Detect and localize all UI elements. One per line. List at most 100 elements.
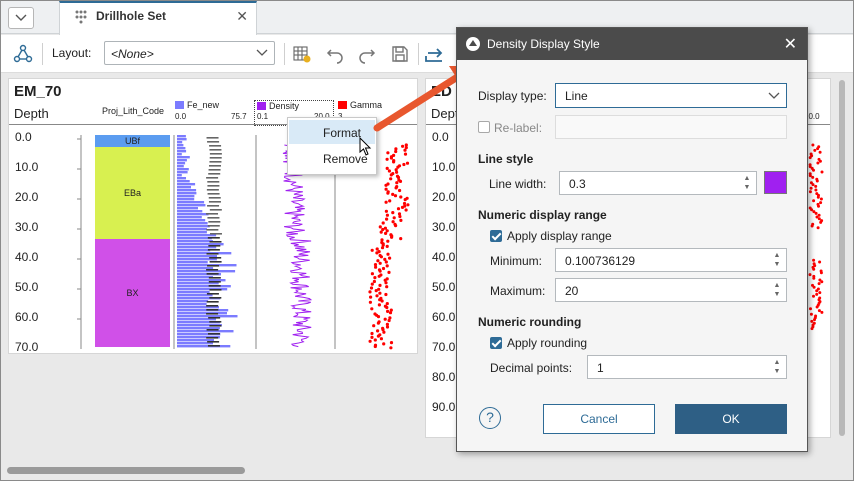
close-icon[interactable]: ✕ xyxy=(784,34,797,54)
layout-select[interactable]: <None> xyxy=(104,41,275,65)
scrollbar-thumb[interactable] xyxy=(839,80,845,436)
gamma-point xyxy=(392,160,396,164)
gamma-point xyxy=(377,274,381,278)
spinner-arrows-icon[interactable]: ▲ ▼ xyxy=(772,358,782,376)
value-glyph xyxy=(209,209,222,211)
tab-list-button[interactable] xyxy=(8,7,34,29)
fe-bar xyxy=(177,201,205,204)
network-icon[interactable] xyxy=(11,42,35,66)
gamma-point xyxy=(385,305,389,310)
fe-bar xyxy=(177,168,189,171)
undo-icon[interactable] xyxy=(323,42,347,66)
gamma-point xyxy=(389,173,393,177)
gamma-point xyxy=(380,299,384,303)
value-glyph xyxy=(208,281,221,283)
gamma-point xyxy=(403,152,408,156)
dialog-title-bar[interactable]: Density Display Style ✕ xyxy=(457,28,807,60)
fe-bar xyxy=(177,180,190,183)
gamma-point xyxy=(383,317,387,321)
gamma-point xyxy=(391,220,395,224)
gamma-point xyxy=(370,272,374,276)
gamma-point xyxy=(382,342,386,346)
value-glyph xyxy=(208,317,221,319)
scrollbar-thumb[interactable] xyxy=(7,467,245,474)
gamma-point xyxy=(387,318,391,323)
gamma-point xyxy=(394,224,398,228)
fe-bar xyxy=(177,204,206,207)
relabel-checkbox[interactable] xyxy=(478,121,490,133)
line-color-swatch[interactable] xyxy=(764,171,787,194)
gamma-point xyxy=(399,237,403,241)
display-type-select[interactable]: Line xyxy=(555,83,787,108)
gamma-point xyxy=(394,186,398,190)
help-button[interactable]: ? xyxy=(479,407,501,429)
spinner-arrows-icon[interactable]: ▲ ▼ xyxy=(772,281,782,299)
gamma-point xyxy=(384,292,388,297)
chevron-down-icon xyxy=(768,92,780,99)
fe-bars xyxy=(177,135,238,348)
value-glyph xyxy=(206,309,219,311)
gamma-point xyxy=(808,273,812,277)
fe-bar xyxy=(177,270,236,273)
toolbar-separator xyxy=(42,43,43,65)
value-glyph xyxy=(206,189,219,191)
gamma-point xyxy=(376,321,380,325)
fe-bar xyxy=(177,249,211,252)
gamma-point xyxy=(386,309,390,313)
fe-bar xyxy=(177,198,195,201)
fe-bar xyxy=(177,228,207,231)
minimum-input[interactable]: 0.100736129 ▲ ▼ xyxy=(555,248,787,272)
gamma-point xyxy=(386,151,390,155)
spinner-arrows-icon[interactable]: ▲ ▼ xyxy=(742,174,752,192)
tab-drillhole-set[interactable]: Drillhole Set ✕ xyxy=(59,1,257,35)
line-width-input[interactable]: 0.3 ▲ ▼ xyxy=(559,171,757,195)
close-icon[interactable]: ✕ xyxy=(236,8,248,25)
gamma-point xyxy=(375,251,379,255)
gamma-point xyxy=(368,339,372,343)
decimal-points-input[interactable]: 1 ▲ ▼ xyxy=(587,355,787,379)
gamma-point xyxy=(810,319,814,323)
value-glyph xyxy=(208,221,221,223)
maximum-input[interactable]: 20 ▲ ▼ xyxy=(555,278,787,302)
value-glyph xyxy=(209,325,222,327)
value-glyph xyxy=(208,277,221,279)
apply-range-checkbox[interactable] xyxy=(490,230,502,242)
fe-bar xyxy=(177,222,208,225)
gamma-point xyxy=(389,341,394,345)
value-glyph xyxy=(209,241,222,243)
value-glyph xyxy=(207,205,220,207)
horizontal-scrollbar[interactable] xyxy=(7,466,847,476)
gamma-point xyxy=(812,285,816,289)
gamma-point xyxy=(374,265,378,269)
fe-bar xyxy=(177,264,237,267)
app-window: Drillhole Set ✕ Layout: <None> EM_70 Dep… xyxy=(0,0,854,481)
value-glyph xyxy=(206,137,219,139)
fe-bar xyxy=(177,162,186,165)
vertical-scrollbar[interactable] xyxy=(837,80,847,460)
apply-rounding-checkbox[interactable] xyxy=(490,337,502,349)
gamma-point xyxy=(812,294,815,298)
gamma-point xyxy=(384,260,388,264)
relabel-input[interactable] xyxy=(555,115,787,139)
gamma-point xyxy=(815,292,819,296)
ok-button[interactable]: OK xyxy=(675,404,787,434)
gamma-point xyxy=(372,279,376,284)
tab-title: Drillhole Set xyxy=(96,9,167,23)
apply-rounding-label: Apply rounding xyxy=(507,336,588,350)
fe-bar xyxy=(177,183,196,186)
value-glyph xyxy=(207,249,220,251)
value-glyph xyxy=(209,297,222,299)
gamma-point xyxy=(389,177,393,181)
display-type-value: Line xyxy=(565,89,588,103)
table-settings-icon[interactable] xyxy=(290,42,314,66)
spinner-arrows-icon[interactable]: ▲ ▼ xyxy=(772,251,782,269)
minimum-label: Minimum: xyxy=(490,254,543,268)
gamma-point xyxy=(812,258,816,262)
gamma-point xyxy=(405,161,410,165)
gamma-point xyxy=(389,346,393,350)
cancel-button[interactable]: Cancel xyxy=(543,404,655,434)
gamma-point xyxy=(395,170,399,174)
gamma-point xyxy=(372,324,376,328)
gamma-point xyxy=(811,183,815,187)
dialog-title: Density Display Style xyxy=(487,37,600,51)
